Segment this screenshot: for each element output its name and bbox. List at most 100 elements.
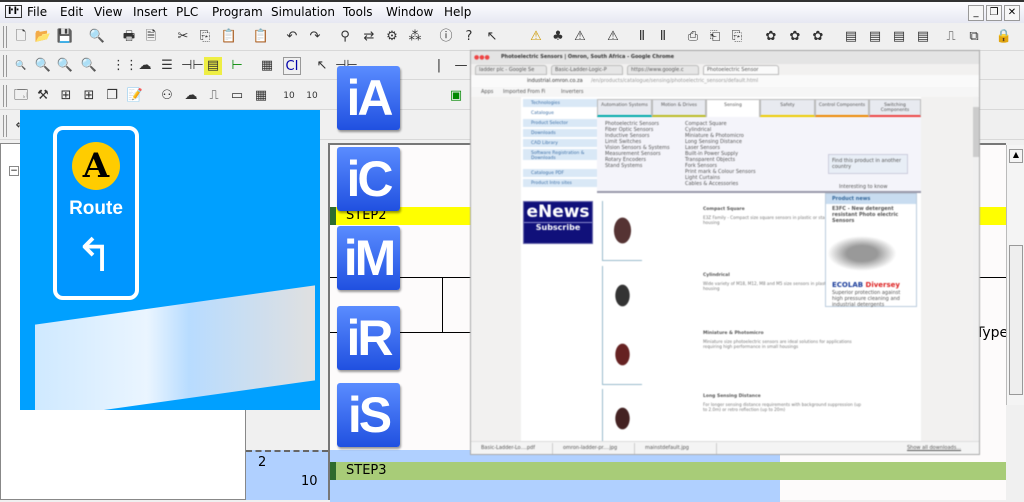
nav-link[interactable]: Catalogue <box>523 109 597 118</box>
io-table-icon[interactable]: ▤ <box>842 28 860 46</box>
verify-icon[interactable]: ⎘ <box>728 28 746 46</box>
product-image[interactable] <box>602 325 642 385</box>
download-item[interactable]: omron-ladder-pr....jpg <box>557 443 635 454</box>
menu-file[interactable]: File <box>27 5 47 19</box>
menu-window[interactable]: Window <box>386 5 433 19</box>
download-item[interactable]: mainstdefault.jpg <box>639 443 717 454</box>
grid-icon[interactable]: ⋮⋮ <box>112 57 138 75</box>
help-icon[interactable]: ? <box>460 28 478 46</box>
menu-tools[interactable]: Tools <box>343 5 373 19</box>
menu-link[interactable]: Cables & Accessories <box>685 181 756 187</box>
trace-icon[interactable]: ⧉ <box>965 28 983 46</box>
watch2-icon[interactable]: ⊞ <box>80 87 98 105</box>
browser-tab-active[interactable]: Photoelectric Sensor <box>703 65 779 75</box>
monitor-icon[interactable]: ⚠ <box>571 28 589 46</box>
list-icon[interactable]: ☰ <box>158 57 176 75</box>
category-tab[interactable]: Control Components <box>815 99 869 117</box>
compare-icon[interactable]: ⎙ <box>684 28 702 46</box>
browser-tab[interactable]: Basic-Ladder-Logic-P <box>551 65 623 75</box>
category-tab[interactable]: Motion & Drives <box>652 99 706 117</box>
app-icon-is[interactable]: iS <box>337 383 400 447</box>
binary-icon[interactable]: 10 <box>280 87 298 105</box>
program-icon[interactable]: ⎍ <box>205 87 223 105</box>
app-icon-ia[interactable]: iA <box>337 66 400 130</box>
nav-link[interactable]: Downloads <box>523 129 597 138</box>
pause-step-icon[interactable]: Ⅱ <box>633 28 651 46</box>
find-product-button[interactable]: Find this product in another country <box>828 154 908 174</box>
toolbar-grip[interactable] <box>3 55 7 77</box>
new-icon[interactable]: 🗋 <box>12 28 30 46</box>
bookmark[interactable]: Imported From Fi <box>503 89 545 95</box>
menu-simulation[interactable]: Simulation <box>271 5 335 19</box>
find-icon[interactable]: ⚲ <box>336 28 354 46</box>
vertical-scrollbar[interactable]: ▲ <box>1006 145 1024 405</box>
find-file-icon[interactable]: 🔍 <box>88 28 106 46</box>
browser-tab[interactable]: https://www.google.c <box>627 65 699 75</box>
ci-icon[interactable]: CI <box>283 57 301 75</box>
sfc-icon[interactable]: ▦ <box>258 57 276 75</box>
menu-edit[interactable]: Edit <box>60 5 83 19</box>
nav-link[interactable]: Catalogue PDF <box>523 169 597 178</box>
step3-bar[interactable]: STEP3 <box>330 462 1006 480</box>
menu-link[interactable]: Stand Systems <box>605 163 670 169</box>
properties-icon[interactable]: 📝 <box>126 87 144 105</box>
horizontal-line-icon[interactable]: — <box>452 57 470 75</box>
menu-insert[interactable]: Insert <box>133 5 167 19</box>
copy-icon[interactable]: ⎘ <box>196 28 214 46</box>
address-reference-icon[interactable]: ⁂ <box>406 28 424 46</box>
app-icon-im[interactable]: iM <box>337 226 400 290</box>
section-icon[interactable]: ⚇ <box>158 87 176 105</box>
nav-link[interactable]: Technologies <box>523 99 597 108</box>
undo-icon[interactable]: ↶ <box>283 28 301 46</box>
product-image[interactable] <box>602 266 642 326</box>
category-tab-active[interactable]: Sensing <box>706 99 760 117</box>
restore-button[interactable]: ❐ <box>986 5 1002 21</box>
transfer-icon[interactable]: ⚠ <box>604 28 622 46</box>
menu-plc[interactable]: PLC <box>176 5 198 19</box>
warning-icon[interactable]: ⚠ <box>527 28 545 46</box>
paste-icon[interactable]: 📋 <box>220 28 238 46</box>
zoom-fit-icon[interactable]: 🔍 <box>34 57 52 75</box>
scroll-thumb[interactable] <box>1009 245 1023 395</box>
product-title[interactable]: Compact Square <box>703 207 745 212</box>
print-preview-icon[interactable]: 🗎 <box>142 28 160 46</box>
io-table2-icon[interactable]: ▤ <box>866 28 884 46</box>
redo-icon[interactable]: ↷ <box>306 28 324 46</box>
lock-icon[interactable]: 🔒 <box>995 28 1013 46</box>
zoom-out-icon[interactable]: 🔍 <box>80 57 98 75</box>
browser-tab[interactable]: ladder plc - Google Se <box>475 65 547 75</box>
table-icon[interactable]: ▦ <box>252 87 270 105</box>
timing-icon[interactable]: ⎍ <box>942 28 960 46</box>
news-title[interactable]: E3FC - New detergent resistant Photo ele… <box>826 204 916 226</box>
project-window-icon[interactable]: 🗔 <box>12 87 30 105</box>
product-title[interactable]: Miniature & Photomicro <box>703 331 764 336</box>
nav-link[interactable]: Product Intro sites <box>523 179 597 188</box>
context-help-icon[interactable]: ↖ <box>483 28 501 46</box>
save-icon[interactable]: 💾 <box>56 28 74 46</box>
enews-banner[interactable]: eNews Subscribe <box>523 201 593 244</box>
io-table3-icon[interactable]: ▤ <box>890 28 908 46</box>
cut-icon[interactable]: ✂ <box>174 28 192 46</box>
mnemonic-icon[interactable]: ▤ <box>204 57 222 75</box>
paste-special-icon[interactable]: 📋 <box>252 28 270 46</box>
open-icon[interactable]: 📂 <box>34 28 52 46</box>
nav-link[interactable]: CAD Library <box>523 139 597 148</box>
category-tab[interactable]: Safety <box>760 99 815 117</box>
online-icon[interactable]: ▣ <box>447 87 465 105</box>
zoom-small-icon[interactable]: 🔍 <box>12 57 30 75</box>
show-all-downloads-link[interactable]: Show all downloads... <box>901 443 967 454</box>
tree-icon[interactable]: ⊢ <box>228 57 246 75</box>
category-tab[interactable]: Automation Systems <box>597 99 652 117</box>
menu-program[interactable]: Program <box>212 5 263 19</box>
tree-collapse-icon[interactable]: − <box>9 166 19 176</box>
nav-link[interactable]: Product Selector <box>523 119 597 128</box>
scroll-up-arrow-icon[interactable]: ▲ <box>1009 149 1023 163</box>
comment-icon[interactable]: ☁ <box>136 57 154 75</box>
browser-scrollbar[interactable] <box>973 97 979 443</box>
sim-stop-icon[interactable]: ✿ <box>809 28 827 46</box>
minimize-button[interactable]: _ <box>968 5 984 21</box>
app-icon-ic[interactable]: iC <box>337 147 400 211</box>
toolbar-grip[interactable] <box>3 85 7 107</box>
upload-icon[interactable]: ⎗ <box>706 28 724 46</box>
bookmark[interactable]: Apps <box>481 89 493 95</box>
